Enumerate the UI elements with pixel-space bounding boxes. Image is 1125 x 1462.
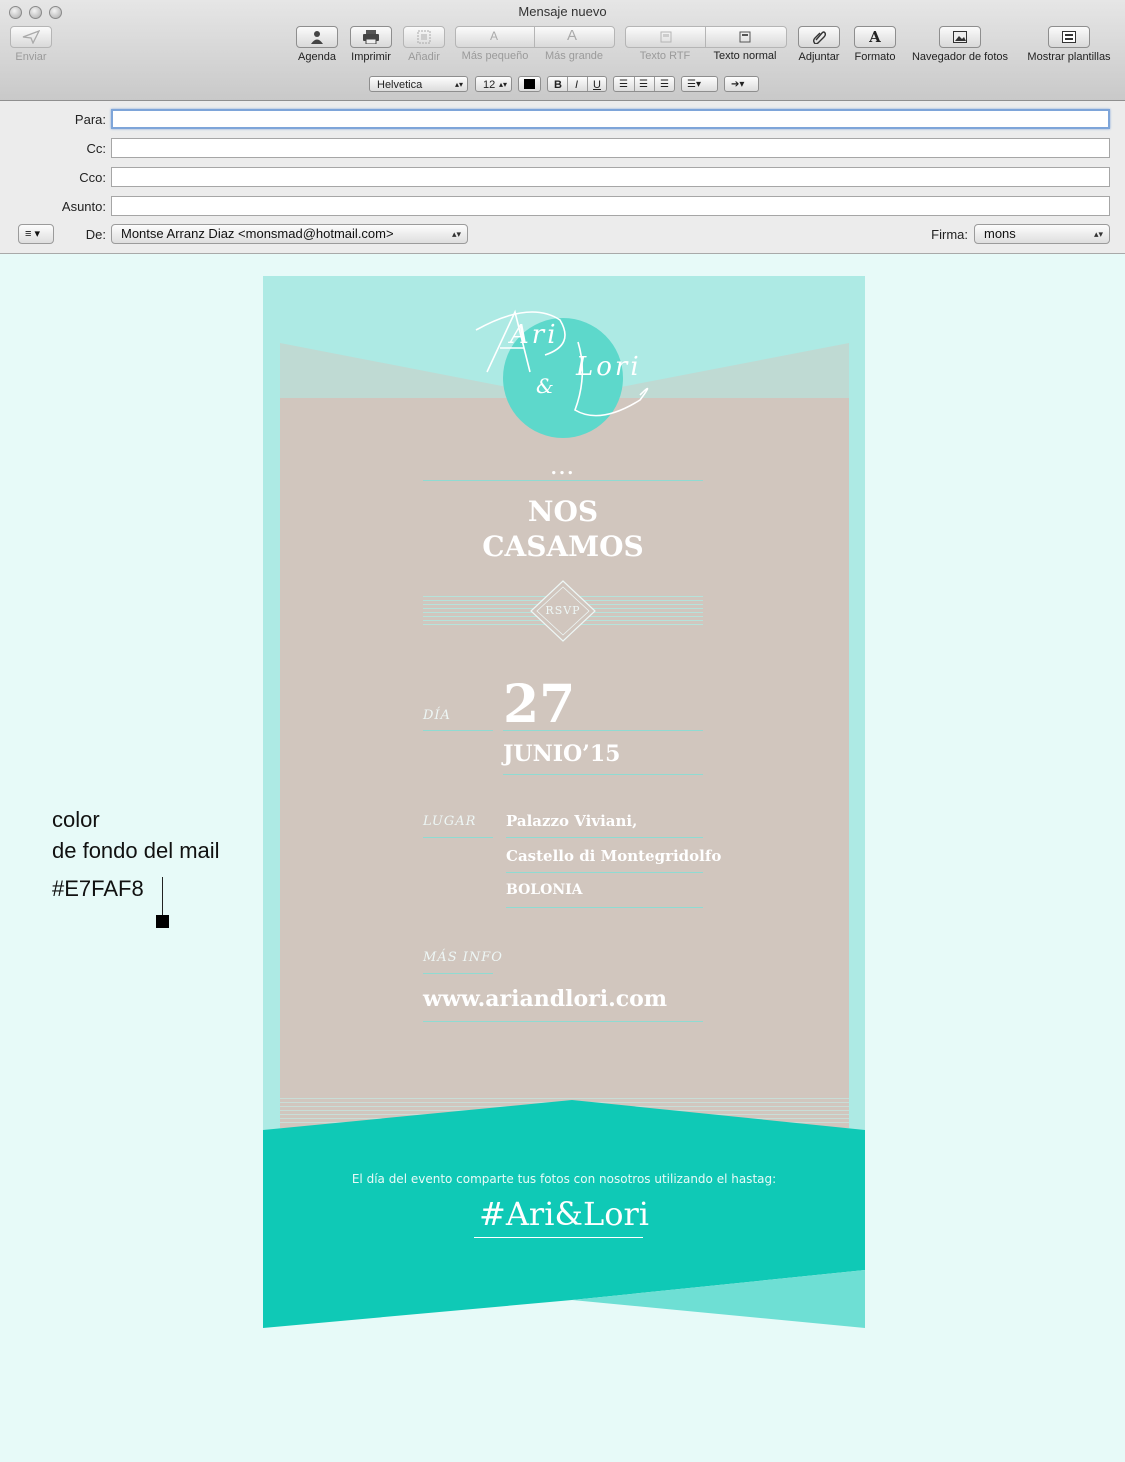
website-link[interactable]: www.ariandlori.com	[423, 986, 667, 1012]
info-label: MÁS INFO	[423, 950, 503, 965]
decorative-dots: ...	[550, 458, 576, 479]
month-underline	[503, 774, 703, 775]
website-underline	[423, 1021, 703, 1022]
place-line-1-underline	[506, 837, 703, 838]
place-line-2-underline	[506, 872, 703, 873]
hashtag: #Ari&Lori	[479, 1195, 649, 1233]
heading-casamos: CASAMOS	[482, 530, 644, 563]
month-year: JUNIO’15	[503, 741, 621, 767]
place-label: LUGAR	[423, 814, 477, 829]
place-label-underline	[423, 837, 493, 838]
rsvp-label[interactable]: RSVP	[531, 604, 595, 617]
place-line-1: Palazzo Viviani,	[506, 812, 638, 830]
day-label-underline	[423, 730, 493, 731]
place-line-3-underline	[506, 907, 703, 908]
logo-lori: Lori	[576, 352, 642, 382]
divider-top	[423, 480, 703, 481]
place-line-3: BOLONIA	[506, 882, 583, 898]
footer-message: El día del evento comparte tus fotos con…	[351, 1172, 777, 1186]
day-label: DÍA	[423, 708, 451, 723]
heading-nos: NOS	[527, 495, 599, 528]
logo-ari: Ari	[510, 320, 559, 350]
day-number: 27	[503, 674, 576, 735]
logo-ampersand: &	[536, 374, 554, 398]
hashtag-underline	[474, 1237, 643, 1238]
day-underline	[503, 730, 703, 731]
info-label-underline	[423, 973, 493, 974]
place-line-2: Castello di Montegridolfo	[506, 847, 722, 865]
